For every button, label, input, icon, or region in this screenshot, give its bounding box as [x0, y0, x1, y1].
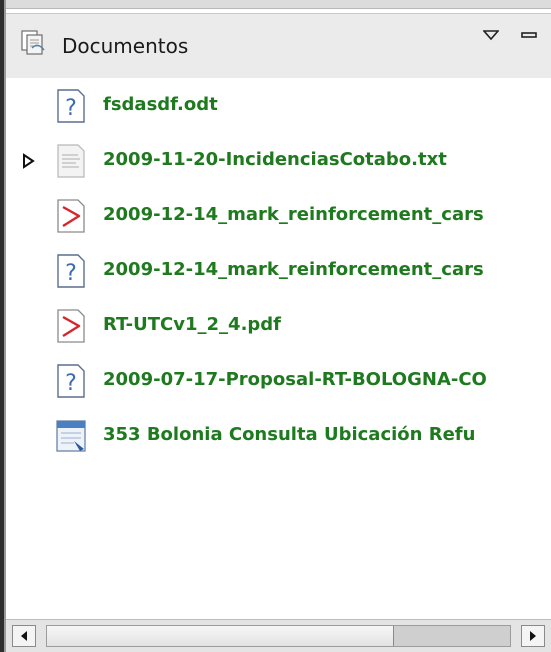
- svg-text:?: ?: [65, 261, 77, 286]
- documents-list: ? fsdasdf.odt 2009-11-20-IncidenciasCota…: [6, 78, 551, 616]
- list-item[interactable]: ? fsdasdf.odt: [6, 86, 551, 126]
- list-item[interactable]: 353 Bolonia Consulta Ubicación Refu: [6, 416, 551, 456]
- pdf-file-icon: [54, 198, 88, 234]
- document-name: RT-UTCv1_2_4.pdf: [103, 314, 282, 335]
- list-item[interactable]: ? 2009-12-14_mark_reinforcement_cars: [6, 251, 551, 291]
- svg-text:?: ?: [65, 371, 77, 396]
- pdf-file-icon: [54, 308, 88, 344]
- scroll-thumb[interactable]: [47, 626, 395, 646]
- document-name: 2009-12-14_mark_reinforcement_cars: [103, 204, 484, 225]
- unknown-file-icon: ?: [54, 88, 88, 124]
- document-name: 2009-11-20-IncidenciasCotabo.txt: [103, 149, 447, 170]
- list-item[interactable]: RT-UTCv1_2_4.pdf: [6, 306, 551, 346]
- expander-triangle-icon[interactable]: [20, 151, 38, 171]
- scroll-right-button[interactable]: [521, 625, 545, 647]
- document-name: 353 Bolonia Consulta Ubicación Refu: [103, 424, 476, 445]
- text-file-icon: [54, 143, 88, 179]
- list-item[interactable]: 2009-11-20-IncidenciasCotabo.txt: [6, 141, 551, 181]
- unknown-file-icon: ?: [54, 253, 88, 289]
- list-item[interactable]: 2009-12-14_mark_reinforcement_cars: [6, 196, 551, 236]
- scroll-left-button[interactable]: [12, 625, 36, 647]
- dropdown-triangle-icon[interactable]: [478, 22, 504, 48]
- document-name: fsdasdf.odt: [103, 94, 218, 115]
- svg-text:?: ?: [65, 96, 77, 121]
- scroll-trough[interactable]: [46, 625, 511, 647]
- spreadsheet-file-icon: [54, 418, 88, 454]
- document-name: 2009-12-14_mark_reinforcement_cars: [103, 259, 484, 280]
- horizontal-scrollbar[interactable]: [6, 619, 551, 652]
- list-item[interactable]: ? 2009-07-17-Proposal-RT-BOLOGNA-CO: [6, 361, 551, 401]
- documents-icon: [18, 28, 48, 58]
- panel-header: Documentos: [6, 13, 551, 79]
- top-strip: [6, 0, 551, 9]
- document-name: 2009-07-17-Proposal-RT-BOLOGNA-CO: [103, 369, 487, 390]
- minimize-icon[interactable]: [516, 22, 542, 48]
- unknown-file-icon: ?: [54, 363, 88, 399]
- panel-title: Documentos: [62, 34, 189, 58]
